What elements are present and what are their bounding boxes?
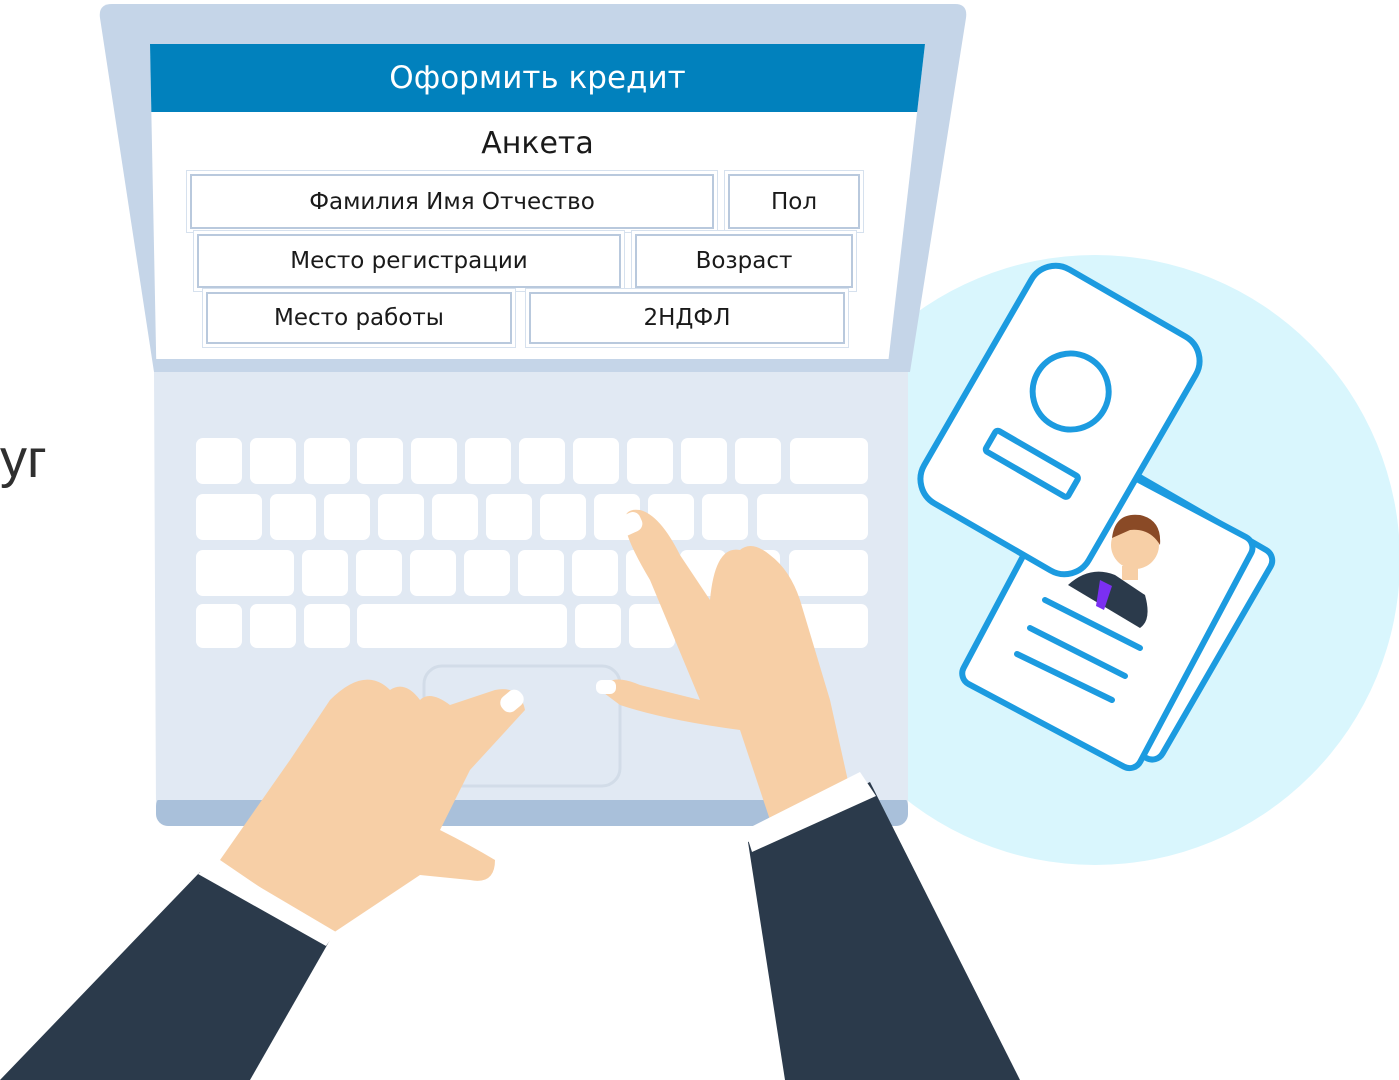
gender-label: Пол (770, 188, 818, 215)
illustration-scene: уг Оформить кредит Анкета Фамилия Имя От… (0, 0, 1399, 1080)
screen-header: Оформить кредит (150, 44, 925, 112)
full-name-field[interactable]: Фамилия Имя Отчество (190, 174, 714, 229)
workplace-label: Место работы (274, 305, 444, 331)
header-title: Оформить кредит (389, 60, 686, 96)
registration-label: Место регистрации (290, 248, 528, 274)
form-title: Анкета (481, 126, 594, 161)
gender-field[interactable]: Пол (728, 174, 860, 229)
registration-field[interactable]: Место регистрации (197, 234, 621, 288)
income-certificate-field[interactable]: 2НДФЛ (529, 292, 845, 344)
full-name-label: Фамилия Имя Отчество (309, 188, 595, 215)
age-label: Возраст (695, 248, 793, 274)
age-field[interactable]: Возраст (635, 234, 853, 288)
partial-heading-text: уг (0, 429, 47, 489)
loan-application-screen: Оформить кредит Анкета Фамилия Имя Отчес… (150, 44, 925, 359)
income-certificate-label: 2НДФЛ (643, 305, 731, 331)
workplace-field[interactable]: Место работы (206, 292, 512, 344)
